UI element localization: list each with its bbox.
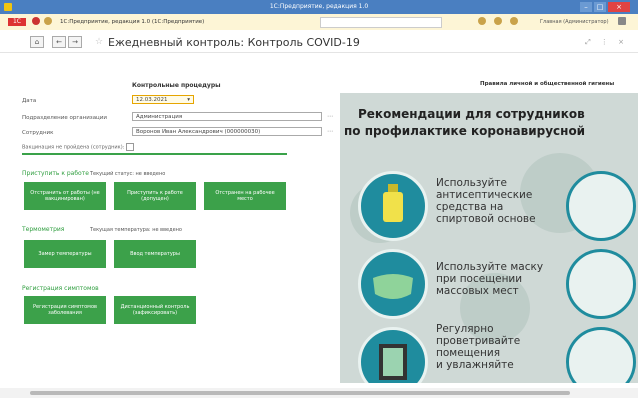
app-subtitle: 1С:Предприятие, редакция 1.0 (1С:Предпри… [60, 19, 205, 25]
remote-control-button[interactable]: Дистанционный контроль (зафиксировать) [114, 296, 196, 324]
history-icon[interactable] [494, 17, 502, 25]
current-user[interactable]: Главная (Администратор) [540, 19, 609, 25]
section-divider [22, 153, 287, 155]
back-button[interactable]: ← [52, 36, 66, 48]
bookmark-icon[interactable] [44, 17, 52, 25]
favorite-star-icon[interactable]: ☆ [95, 37, 103, 47]
page-title: Ежедневный контроль: Контроль COVID-19 [108, 36, 360, 49]
measure-temp-button[interactable]: Замер температуры [24, 240, 106, 268]
workplace-button[interactable]: Отстранен на рабочее место [204, 182, 286, 210]
notification-icon[interactable] [478, 17, 486, 25]
date-value: 12.03.2021 [136, 97, 168, 103]
divider [0, 52, 638, 53]
hygiene-poster: Рекомендации для сотрудников по профилак… [340, 93, 638, 383]
poster-title-line2: по профилактике коронавирусной [344, 124, 586, 138]
section-title: Контрольные процедуры [132, 82, 221, 89]
item1-text: Используйте антисептические средства на спи… [436, 177, 536, 225]
vaccination-checkbox[interactable] [125, 143, 134, 151]
symptoms-group-label[interactable]: Регистрация симптомов [22, 285, 99, 292]
work-group-label[interactable]: Приступить к работе [22, 170, 89, 177]
1c-logo-icon[interactable]: 1С [8, 18, 26, 26]
division-label: Подразделение организации [22, 115, 107, 121]
temp-group-label[interactable]: Термометрия [22, 226, 64, 233]
date-label: Дата [22, 98, 37, 104]
calendar-icon[interactable]: ▾ [187, 96, 190, 105]
horizontal-scrollbar[interactable] [0, 388, 638, 398]
start-work-button[interactable]: Приступить к работе (допущен) [114, 182, 196, 210]
close-button[interactable]: × [608, 2, 630, 12]
employee-select-button[interactable]: ⋯ [327, 128, 333, 135]
favorites-icon[interactable] [510, 17, 518, 25]
mask-icon [358, 249, 428, 319]
division-value: Администрация [136, 114, 183, 120]
search-input[interactable] [320, 17, 442, 28]
employee-field[interactable]: Воронов Иван Александрович (000000030) [132, 127, 322, 136]
date-field[interactable]: 12.03.2021 ▾ [132, 95, 194, 104]
division-select-button[interactable]: ⋯ [327, 113, 333, 120]
vaccination-label: Вакцинация не пройдена (сотрудник): [22, 143, 134, 151]
minimize-button[interactable]: – [580, 2, 592, 12]
menu-icon[interactable] [32, 17, 40, 25]
form-navbar: ⌂ ← → ☆ Ежедневный контроль: Контроль CO… [0, 30, 638, 52]
employee-label: Сотрудник [22, 130, 54, 136]
window-icon [358, 327, 428, 383]
scroll-thumb[interactable] [30, 391, 570, 395]
register-symptoms-button[interactable]: Регистрация симптомов заболевания [24, 296, 106, 324]
suspend-work-button[interactable]: Отстранить от работы (не вакцинирован) [24, 182, 106, 210]
app-menubar: 1С 1С:Предприятие, редакция 1.0 (1С:Пред… [0, 14, 638, 31]
maximize-button[interactable]: □ [594, 2, 606, 12]
item3-text: Регулярно проветривайте помещения и увлажня… [436, 323, 521, 371]
poster-title-line1: Рекомендации для сотрудников [358, 107, 585, 121]
window-title: 1С:Предприятие, редакция 1.0 [269, 3, 369, 10]
work-status-note: Текущий статус: не введено [90, 171, 166, 177]
hand-wash-icon [566, 171, 636, 241]
home-button[interactable]: ⌂ [30, 36, 44, 48]
humidifier-icon [566, 327, 636, 383]
item2-text: Используйте маску при посещении массовых м… [436, 261, 544, 297]
settings-icon[interactable] [618, 17, 626, 25]
forward-button[interactable]: → [68, 36, 82, 48]
sanitizer-icon [358, 171, 428, 241]
window-titlebar: 1С:Предприятие, редакция 1.0 – □ × [0, 0, 638, 14]
poster-header: Правила личной и общественной гигиены [480, 81, 615, 87]
division-field[interactable]: Администрация [132, 112, 322, 121]
employee-value: Воронов Иван Александрович (000000030) [136, 129, 261, 135]
enter-temp-button[interactable]: Ввод температуры [114, 240, 196, 268]
form-actions[interactable]: ⤢ ⋮ × [585, 38, 628, 47]
crowd-icon [566, 249, 636, 319]
temp-status-note: Текущая температура: не введено [90, 227, 182, 233]
